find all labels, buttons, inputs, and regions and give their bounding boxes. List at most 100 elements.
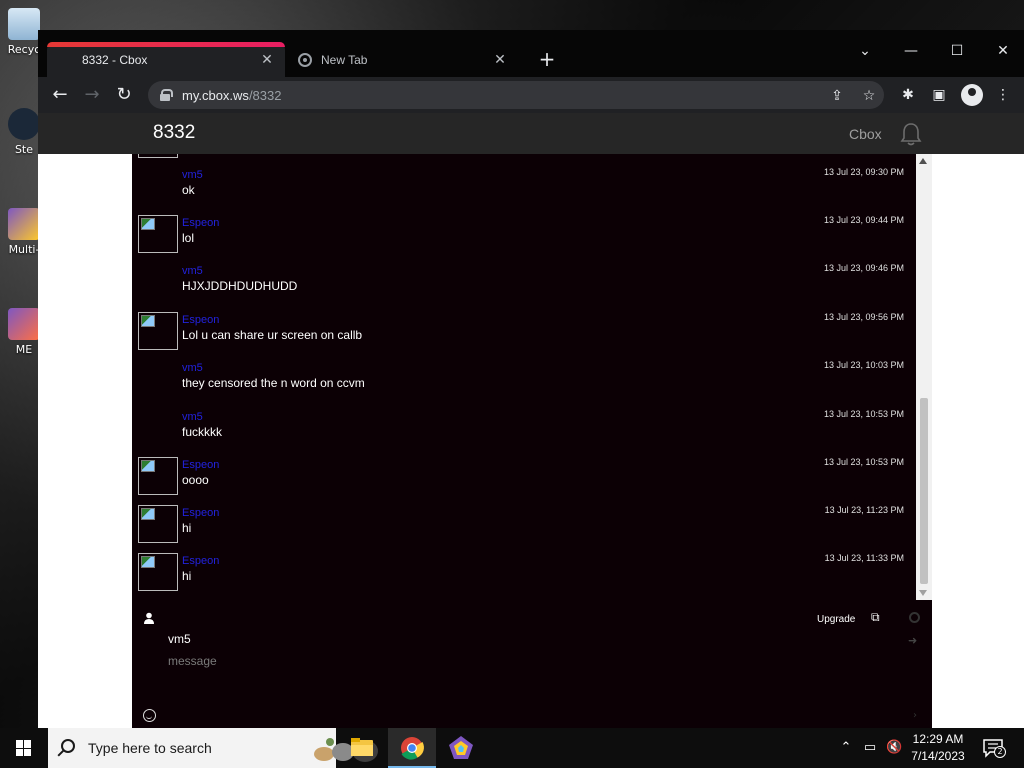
back-button[interactable]: ← xyxy=(48,83,72,107)
name-field[interactable]: vm5 xyxy=(168,632,191,646)
message-item: Espeon 13 Jul 23, 10:53 PM oooo xyxy=(132,457,916,505)
user-icon[interactable] xyxy=(143,612,155,624)
extensions-icon[interactable]: ✱ xyxy=(898,85,918,105)
avatar xyxy=(138,505,178,543)
scroll-down-arrow-icon[interactable] xyxy=(919,590,927,596)
chrome-icon xyxy=(401,737,424,760)
new-tab-button[interactable]: + xyxy=(538,47,556,71)
message-text: HJXJDDHDUDHUDD xyxy=(182,279,298,293)
message-author[interactable]: vm5 xyxy=(182,362,203,374)
search-placeholder: Type here to search xyxy=(88,740,212,756)
message-author[interactable]: Espeon xyxy=(182,507,219,519)
profile-avatar-icon[interactable] xyxy=(961,84,983,106)
upgrade-link[interactable]: Upgrade xyxy=(817,614,855,625)
tab-search-icon[interactable]: ⌄ xyxy=(842,36,888,66)
cbox-brand-link[interactable]: Cbox xyxy=(849,126,882,142)
site-header: 8332 Cbox xyxy=(38,113,1024,154)
avatar xyxy=(138,553,178,591)
close-icon[interactable]: ✕ xyxy=(259,51,275,68)
scrollbar-thumb[interactable] xyxy=(920,398,928,584)
sign-in-icon[interactable]: ➜ xyxy=(908,634,917,647)
message-scrollbar[interactable] xyxy=(916,154,932,600)
close-icon[interactable]: ✕ xyxy=(492,51,508,68)
message-item: Espeon 13 Jul 23, 11:23 PM hi xyxy=(132,505,916,553)
minimize-button[interactable]: — xyxy=(888,36,934,66)
message-author[interactable]: Espeon xyxy=(182,555,219,567)
desktop-icon-label: Ste xyxy=(14,143,34,156)
address-bar[interactable]: my.cbox.ws /8332 ⇪ ☆ xyxy=(148,81,884,109)
tab-new-tab[interactable]: New Tab ✕ xyxy=(288,42,518,77)
message-item: Espeon 13 Jul 23, 09:44 PM lol xyxy=(132,215,916,263)
message-text: hi xyxy=(182,521,192,535)
page-title: 8332 xyxy=(153,122,196,143)
message-author[interactable]: vm5 xyxy=(182,169,203,181)
connection-status-icon xyxy=(909,612,920,623)
taskbar-search-box[interactable]: Type here to search xyxy=(48,728,378,768)
message-time: 13 Jul 23, 11:33 PM xyxy=(824,553,904,563)
notification-count-badge: 2 xyxy=(994,746,1006,758)
message-list: vm5 13 Jul 23, 09:30 PM ok Espeon 13 Jul… xyxy=(132,154,916,600)
message-time: 13 Jul 23, 10:53 PM xyxy=(823,409,904,419)
message-author[interactable]: Espeon xyxy=(182,314,219,326)
send-arrow-icon[interactable]: › xyxy=(913,710,917,721)
app-icon xyxy=(8,208,40,240)
desktop-icon-label: Multi- xyxy=(8,243,40,256)
forward-button[interactable]: → xyxy=(80,83,104,107)
notifications-icon[interactable]: 2 xyxy=(982,738,1006,758)
menu-kebab-icon[interactable]: ⋮ xyxy=(993,85,1013,105)
app-icon xyxy=(8,308,40,340)
reload-button[interactable]: ↻ xyxy=(112,83,136,107)
bookmark-star-icon[interactable]: ☆ xyxy=(860,87,878,105)
message-time: 13 Jul 23, 11:23 PM xyxy=(824,505,904,515)
lock-icon xyxy=(160,89,173,101)
message-author[interactable]: vm5 xyxy=(182,411,203,423)
message-text: hi xyxy=(182,569,192,583)
tab-title: 8332 - Cbox xyxy=(82,52,148,67)
bell-icon[interactable] xyxy=(900,122,922,146)
chevron-up-icon[interactable]: ⌃ xyxy=(838,740,854,756)
clock-time[interactable]: 12:29 AM xyxy=(906,732,970,746)
message-item: Espeon 13 Jul 23, 09:56 PM Lol u can sha… xyxy=(132,312,916,360)
pentagon-app-icon xyxy=(449,736,473,759)
side-panel-icon[interactable]: ▣ xyxy=(929,85,949,105)
network-icon[interactable]: ▭ xyxy=(862,740,878,756)
taskbar: Type here to search ⌃ ▭ 🔇 12:29 AM 7/14/… xyxy=(0,728,1024,768)
scroll-up-arrow-icon[interactable] xyxy=(919,158,927,164)
message-author[interactable]: Espeon xyxy=(182,459,219,471)
tab-cbox[interactable]: 8332 - Cbox ✕ xyxy=(47,42,285,77)
message-time: 13 Jul 23, 09:30 PM xyxy=(823,167,904,177)
chrome-icon xyxy=(298,53,312,67)
search-icon xyxy=(61,739,75,753)
popout-icon[interactable]: ⧉ xyxy=(871,610,885,624)
message-item: vm5 13 Jul 23, 10:03 PM they censored th… xyxy=(132,360,916,408)
browser-toolbar: ← → ↻ my.cbox.ws /8332 ⇪ ☆ ✱ ▣ ⋮ xyxy=(38,77,1024,113)
volume-muted-icon[interactable]: 🔇 xyxy=(886,740,902,756)
message-time: 13 Jul 23, 09:44 PM xyxy=(823,215,904,225)
share-icon[interactable]: ⇪ xyxy=(828,87,846,105)
message-input[interactable]: message xyxy=(168,654,217,668)
start-button[interactable] xyxy=(0,728,48,768)
maximize-button[interactable]: ☐ xyxy=(934,36,980,66)
message-text: oooo xyxy=(182,473,209,487)
message-text: they censored the n word on ccvm xyxy=(182,376,365,390)
emoji-icon[interactable] xyxy=(143,709,156,722)
taskbar-file-explorer[interactable] xyxy=(338,728,386,768)
taskbar-app[interactable] xyxy=(437,728,485,768)
message-time: 13 Jul 23, 09:56 PM xyxy=(823,312,904,322)
message-text: Lol u can share ur screen on callb xyxy=(182,328,363,342)
avatar xyxy=(138,312,178,350)
browser-window: 8332 - Cbox ✕ New Tab ✕ + ⌄ — ☐ ✕ ← → ↻ … xyxy=(38,30,1024,728)
avatar xyxy=(138,215,178,253)
desktop-icon-label: ME xyxy=(15,343,33,356)
message-text: lol xyxy=(182,231,195,245)
message-author[interactable]: vm5 xyxy=(182,265,203,277)
tab-strip: 8332 - Cbox ✕ New Tab ✕ + ⌄ — ☐ ✕ xyxy=(38,30,1024,77)
clock-date[interactable]: 7/14/2023 xyxy=(906,749,970,763)
taskbar-chrome[interactable] xyxy=(388,728,436,768)
message-text: ok xyxy=(182,183,195,197)
folder-icon xyxy=(351,738,373,756)
tab-title: New Tab xyxy=(321,52,368,67)
message-author[interactable]: Espeon xyxy=(182,217,219,229)
url-path: /8332 xyxy=(248,87,282,103)
close-window-button[interactable]: ✕ xyxy=(980,36,1024,66)
